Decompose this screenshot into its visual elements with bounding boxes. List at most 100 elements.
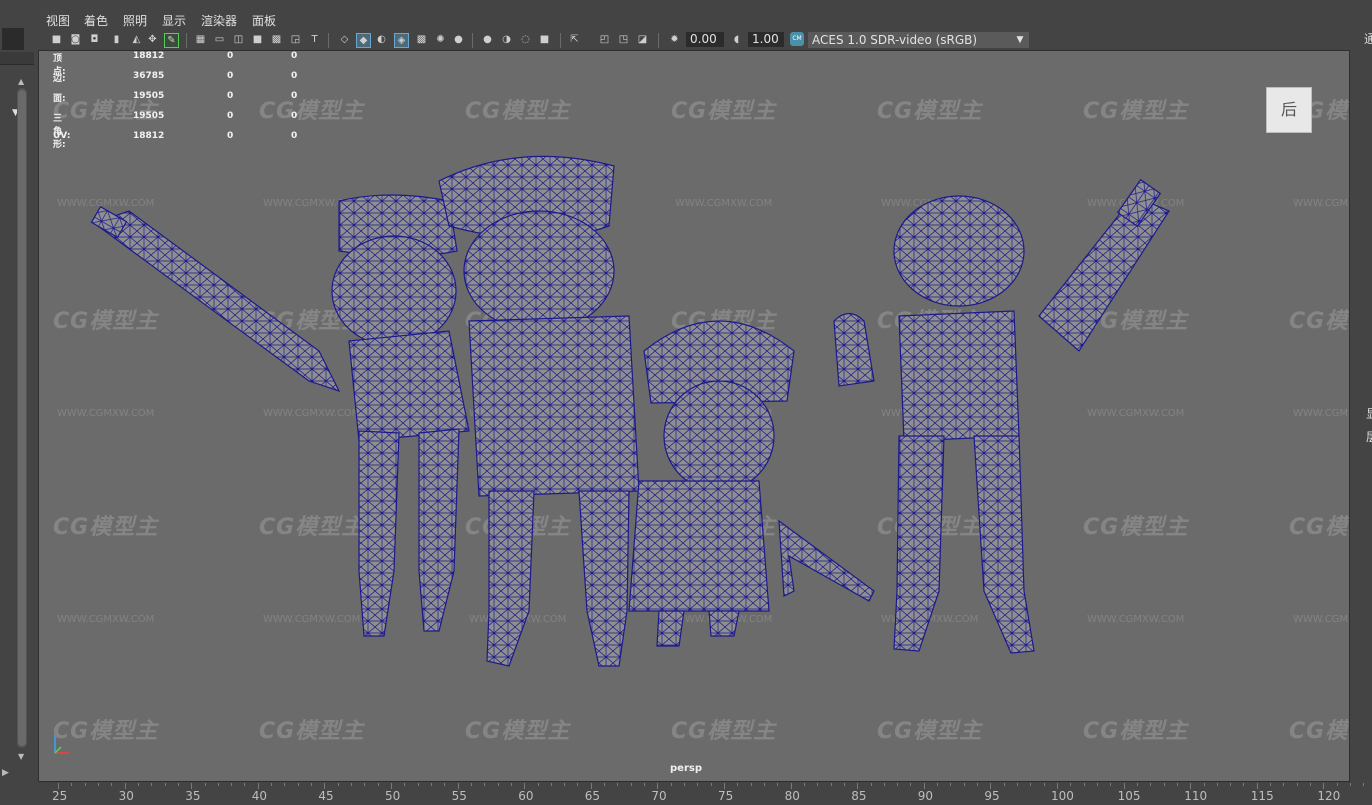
ruler-tick — [217, 783, 219, 786]
wireframe-icon[interactable]: ◇ — [338, 33, 351, 46]
ruler-tick — [923, 783, 925, 789]
camera-attributes-icon[interactable]: ◙ — [69, 33, 82, 46]
ruler-tick — [484, 783, 486, 786]
menu-shading[interactable]: 着色 — [84, 12, 108, 29]
grease-pencil-icon[interactable]: ✎ — [164, 33, 179, 48]
ruler-tick — [71, 783, 73, 786]
xray-components-icon[interactable]: ◪ — [636, 33, 649, 46]
ruler-tick — [1350, 783, 1351, 786]
time-slider-ruler[interactable]: 25 30 35 40 45 50 55 60 65 70 75 80 85 90 95 100 105 110 1… — [38, 783, 1372, 805]
ruler-tick — [1216, 783, 1218, 786]
ruler-tick-label: 100 — [1051, 789, 1074, 803]
right-panel-tab-display[interactable]: 显 — [1366, 405, 1372, 422]
use-all-lights-icon[interactable]: ✺ — [434, 33, 447, 46]
ruler-tick — [897, 783, 899, 786]
motion-blur-icon[interactable]: ◑ — [500, 33, 513, 46]
right-panel-tab-layer[interactable]: 层 — [1366, 428, 1372, 445]
ruler-tick — [524, 783, 526, 789]
menu-renderer[interactable]: 渲染器 — [201, 12, 237, 29]
character-4-model[interactable] — [833, 178, 1170, 654]
ruler-tick-label: 45 — [318, 789, 334, 803]
wireframe-on-shaded-icon[interactable]: ◈ — [394, 33, 409, 48]
ruler-tick — [817, 783, 819, 786]
character-1-model[interactable] — [90, 194, 470, 637]
gate-mask-icon[interactable]: ■ — [251, 33, 264, 46]
ruler-tick-label: 105 — [1117, 789, 1141, 803]
vertical-scrollbar[interactable] — [17, 88, 27, 748]
ruler-tick-label: 95 — [984, 789, 1000, 803]
menu-panels[interactable]: 面板 — [252, 12, 276, 29]
ruler-tick — [444, 783, 446, 786]
film-gate-icon[interactable]: ▭ — [213, 33, 226, 46]
smooth-shade-icon[interactable]: ◆ — [356, 33, 371, 48]
ruler-tick — [257, 783, 259, 789]
ruler-tick — [577, 783, 579, 786]
shadows-icon[interactable]: ● — [452, 33, 465, 46]
color-space-dropdown[interactable]: ACES 1.0 SDR-video (sRGB) — [808, 32, 1029, 48]
image-plane-icon[interactable]: ◭ — [130, 33, 143, 46]
ruler-tick — [1190, 783, 1192, 789]
anti-aliasing-icon[interactable]: ◌ — [519, 33, 532, 46]
field-chart-icon[interactable]: ▩ — [270, 33, 283, 46]
safe-action-icon[interactable]: ◲ — [289, 33, 302, 46]
ruler-tick — [950, 783, 952, 786]
exposure-icon[interactable]: ✹ — [668, 33, 681, 46]
ruler-tick — [430, 783, 432, 786]
ruler-tick — [777, 783, 779, 786]
perspective-viewport[interactable]: 顶点: 18812 0 0 边: 36785 0 0 面: 19505 0 0 … — [38, 50, 1350, 782]
ruler-tick — [497, 783, 499, 786]
resolution-gate-icon[interactable]: ◫ — [232, 33, 245, 46]
exposure-field[interactable]: 0.00 — [686, 32, 724, 47]
xray-icon[interactable]: ◰ — [598, 33, 611, 46]
expand-left-icon[interactable]: ▶ — [2, 768, 9, 778]
ruler-tick — [977, 783, 978, 786]
ruler-tick — [111, 783, 113, 786]
ruler-tick-label: 110 — [1184, 789, 1208, 803]
gamma-field[interactable]: 1.00 — [748, 32, 784, 47]
ruler-tick-label: 70 — [651, 789, 667, 803]
left-panel-menu[interactable]: ▼ — [0, 52, 34, 118]
menu-lighting[interactable]: 照明 — [123, 12, 147, 29]
scroll-up-icon[interactable]: ▲ — [18, 77, 24, 86]
ruler-tick — [1083, 783, 1085, 786]
ruler-tick — [271, 783, 273, 786]
bookmark-icon[interactable]: ▮ — [110, 33, 123, 46]
ruler-tick — [724, 783, 725, 789]
ruler-tick — [1323, 783, 1325, 789]
depth-of-field-icon[interactable]: ■ — [538, 33, 551, 46]
isolate-select-icon[interactable]: ⇱ — [568, 33, 581, 46]
ruler-tick — [124, 783, 126, 789]
character-2-model[interactable] — [438, 155, 640, 667]
gamma-icon[interactable]: ◖ — [730, 33, 743, 46]
ruler-tick — [883, 783, 885, 786]
ruler-tick — [710, 783, 712, 786]
scrollbar-thumb[interactable] — [18, 90, 26, 746]
left-side-panel: ▼ ▲ ▼ ▶ — [0, 0, 36, 805]
ambient-occlusion-icon[interactable]: ● — [481, 33, 494, 46]
ruler-tick — [191, 783, 193, 789]
safe-title-icon[interactable]: T — [308, 33, 321, 46]
camera-bookmark-icon[interactable]: ◘ — [88, 33, 101, 46]
xray-joints-icon[interactable]: ◳ — [617, 33, 630, 46]
axis-gizmo-icon — [54, 735, 69, 754]
ruler-tick — [763, 783, 765, 786]
color-management-icon[interactable]: CM — [790, 32, 804, 46]
scroll-down-icon[interactable]: ▼ — [18, 752, 24, 761]
character-models-wireframe[interactable] — [39, 51, 1349, 781]
textured-icon[interactable]: ▩ — [415, 33, 428, 46]
default-material-icon[interactable]: ◐ — [375, 33, 388, 46]
menu-show[interactable]: 显示 — [162, 12, 186, 29]
ruler-tick — [417, 783, 419, 786]
menu-view[interactable]: 视图 — [46, 12, 70, 29]
ruler-tick-label: 65 — [584, 789, 601, 803]
ruler-tick — [364, 783, 366, 786]
ruler-tick — [937, 783, 939, 786]
ruler-tick — [284, 783, 286, 786]
view-cube[interactable]: 后 — [1266, 87, 1312, 133]
grid-icon[interactable]: ▦ — [194, 33, 207, 46]
select-camera-icon[interactable]: ■ — [50, 33, 63, 46]
chevron-down-icon[interactable]: ▼ — [1012, 32, 1028, 48]
ruler-tick — [604, 783, 606, 786]
ruler-tick — [1110, 783, 1112, 786]
two-d-pan-icon[interactable]: ✥ — [146, 33, 159, 46]
